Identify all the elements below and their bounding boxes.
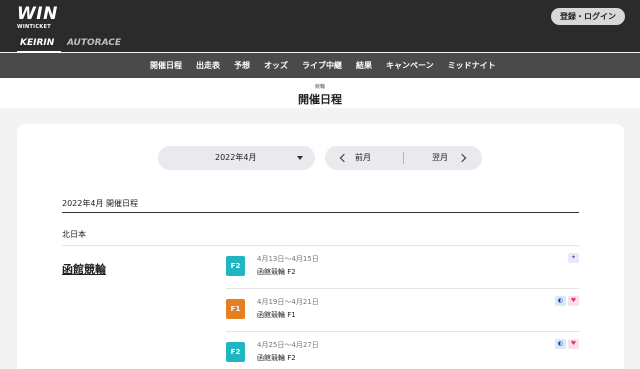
chevron-left-icon [339,153,349,163]
tab-keirin[interactable]: KEIRIN [20,38,54,48]
tab-autorace[interactable]: AUTORACE [67,38,121,48]
caret-down-icon [297,156,303,160]
race-row[interactable]: F1 4月19日～4月21日 函館競輪 F1 ◐ ♥ [226,289,579,332]
login-button[interactable]: 登録・ログイン [551,8,625,25]
chevron-right-icon [457,153,467,163]
race-dates: 4月25日～4月27日 [257,341,319,349]
page-title-area: 競輪 開催日程 [0,78,640,108]
month-navigation: 前月 翌月 [325,146,482,170]
star-badge-icon: ✦ [568,253,579,263]
nav-item-entries[interactable]: 出走表 [196,60,220,71]
nav-item-midnight[interactable]: ミッドナイト [448,60,496,71]
heart-badge-icon: ♥ [568,296,579,306]
venue-link[interactable]: 函館競輪 [62,261,106,277]
month-select[interactable]: 2022年4月 [158,146,315,170]
page-title: 開催日程 [298,93,342,106]
logo-sub-text: WINTICKET [17,24,51,30]
grade-badge: F1 [226,299,245,319]
grade-badge: F2 [226,256,245,276]
page-category: 競輪 [314,84,325,90]
heading-divider [62,212,579,213]
race-name: 函館競輪 F2 [257,354,296,362]
next-month-button[interactable]: 翌月 [404,146,482,170]
prev-month-label: 前月 [355,153,371,162]
nav-item-results[interactable]: 結果 [356,60,372,71]
night-badge-icon: ◐ [555,339,566,349]
nav-item-campaign[interactable]: キャンペーン [386,60,434,71]
month-select-value: 2022年4月 [215,153,257,162]
logo-main-text: WIN [17,4,58,24]
region-label: 北日本 [62,230,86,239]
nav-item-predictions[interactable]: 予想 [234,60,250,71]
main-nav: 開催日程 出走表 予想 オッズ ライブ中継 結果 キャンペーン ミッドナイト [0,53,640,78]
race-name: 函館競輪 F2 [257,268,296,276]
nav-item-live[interactable]: ライブ中継 [302,60,342,71]
schedule-card: 2022年4月 前月 翌月 2022年4月 開催日程 北日本 函館競輪 F2 4… [17,124,624,369]
win-logo[interactable]: WIN WINTICKET [17,4,63,31]
schedule-heading: 2022年4月 開催日程 [62,199,138,208]
heart-badge-icon: ♥ [568,339,579,349]
nav-item-odds[interactable]: オッズ [264,60,288,71]
top-header: WIN WINTICKET 登録・ログイン KEIRIN AUTORACE [0,0,640,53]
race-row[interactable]: F2 4月25日～4月27日 函館競輪 F2 ◐ ♥ [226,332,579,369]
race-name: 函館競輪 F1 [257,311,296,319]
grade-badge: F2 [226,342,245,362]
prev-month-button[interactable]: 前月 [325,146,403,170]
race-dates: 4月13日～4月15日 [257,255,319,263]
race-dates: 4月19日～4月21日 [257,298,319,306]
night-badge-icon: ◐ [555,296,566,306]
next-month-label: 翌月 [432,153,448,162]
race-row[interactable]: F2 4月13日～4月15日 函館競輪 F2 ✦ [226,246,579,289]
nav-item-schedule[interactable]: 開催日程 [150,60,182,71]
